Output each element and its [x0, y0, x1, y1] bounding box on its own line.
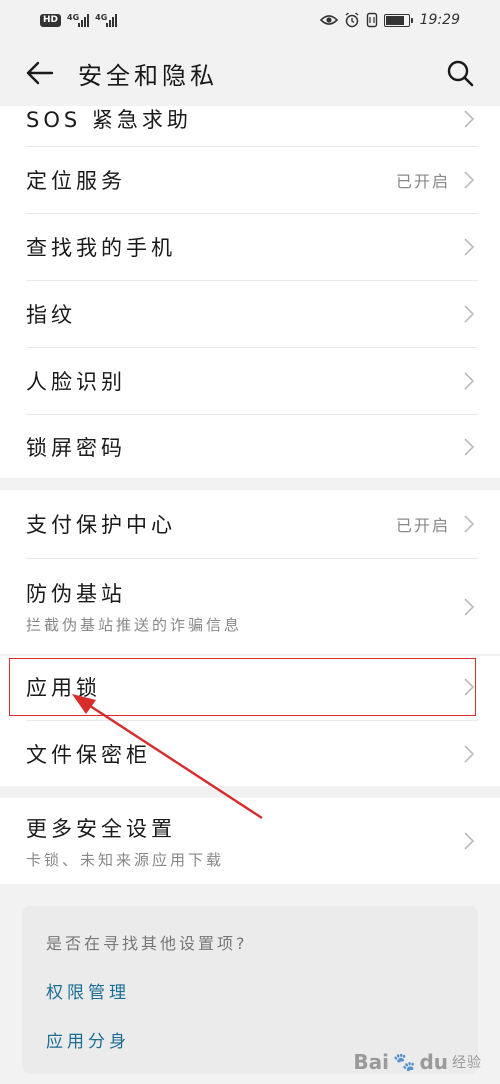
- chevron-right-icon: [462, 304, 476, 324]
- suggestion-title: 是否在寻找其他设置项?: [46, 934, 248, 953]
- row-sos[interactable]: SOS 紧急求助: [0, 106, 500, 146]
- paw-icon: 🐾: [393, 1051, 416, 1073]
- watermark: Bai 🐾 du 经验: [353, 1050, 482, 1074]
- row-file-safe[interactable]: 文件保密柜: [0, 721, 500, 786]
- battery-icon: [383, 13, 413, 27]
- signal-icon-2: 4G: [95, 13, 118, 27]
- status-left: HD 4G 4G: [40, 13, 118, 27]
- row-more-security-label: 更多安全设置: [26, 816, 176, 841]
- row-sos-label: SOS 紧急求助: [26, 108, 192, 132]
- suggestion-card: 是否在寻找其他设置项? 权限管理 应用分身: [22, 906, 478, 1074]
- search-button[interactable]: [440, 53, 480, 93]
- chevron-right-icon: [462, 744, 476, 764]
- back-button[interactable]: [20, 53, 60, 93]
- row-file-safe-label: 文件保密柜: [26, 742, 151, 767]
- chevron-right-icon: [462, 437, 476, 457]
- link-permission-management[interactable]: 权限管理: [46, 978, 454, 1003]
- mute-icon: [366, 12, 377, 28]
- chevron-right-icon: [462, 237, 476, 257]
- row-fingerprint-label: 指纹: [26, 303, 76, 327]
- row-fake-station-sub: 拦截伪基站推送的诈骗信息: [26, 616, 243, 634]
- row-location-label: 定位服务: [26, 169, 126, 193]
- link-app-twin[interactable]: 应用分身: [46, 1027, 454, 1052]
- battery-level: [385, 15, 405, 25]
- row-lock-screen[interactable]: 锁屏密码: [0, 415, 500, 478]
- row-payment-label: 支付保护中心: [26, 513, 176, 537]
- eye-icon: [319, 15, 338, 25]
- row-find-phone-label: 查找我的手机: [26, 236, 176, 260]
- chevron-right-icon: [462, 170, 476, 190]
- row-payment-value: 已开启: [395, 516, 450, 535]
- signal-2-label: 4G: [95, 13, 108, 22]
- watermark-brand: Bai: [353, 1050, 390, 1074]
- row-fake-station[interactable]: 防伪基站 拦截伪基站推送的诈骗信息: [0, 559, 500, 654]
- row-more-security-sub: 卡锁、未知来源应用下载: [26, 850, 225, 869]
- chevron-right-icon: [462, 109, 476, 129]
- row-face-label: 人脸识别: [26, 370, 126, 394]
- signal-1-label: 4G: [67, 13, 80, 22]
- header: 安全和隐私: [0, 40, 500, 106]
- chevron-right-icon: [462, 371, 476, 391]
- row-fingerprint[interactable]: 指纹: [0, 281, 500, 347]
- row-lock-screen-label: 锁屏密码: [26, 435, 126, 460]
- chevron-right-icon: [462, 677, 476, 697]
- watermark-jingyan: 经验: [452, 1055, 482, 1071]
- row-face[interactable]: 人脸识别: [0, 348, 500, 414]
- row-location[interactable]: 定位服务 已开启: [0, 147, 500, 213]
- status-time: 19:29: [419, 12, 460, 28]
- back-arrow-icon: [26, 61, 54, 85]
- chevron-right-icon: [462, 831, 476, 851]
- page-title: 安全和隐私: [78, 61, 218, 90]
- row-more-security[interactable]: 更多安全设置 卡锁、未知来源应用下载: [0, 798, 500, 884]
- row-app-lock[interactable]: 应用锁: [0, 658, 500, 716]
- chevron-right-icon: [462, 514, 476, 534]
- signal-icon-1: 4G: [67, 13, 90, 27]
- watermark-brand-2: du: [419, 1050, 448, 1074]
- chevron-right-icon: [462, 597, 476, 617]
- hd-badge: HD: [40, 13, 62, 27]
- row-app-lock-label: 应用锁: [26, 676, 101, 700]
- row-location-value: 已开启: [395, 172, 450, 191]
- row-payment[interactable]: 支付保护中心 已开启: [0, 490, 500, 558]
- row-find-phone[interactable]: 查找我的手机: [0, 214, 500, 280]
- row-fake-station-label: 防伪基站: [26, 582, 126, 606]
- search-icon: [447, 60, 474, 87]
- status-right: 19:29: [319, 12, 460, 28]
- status-bar: HD 4G 4G 19:29: [0, 0, 500, 40]
- alarm-icon: [345, 12, 359, 28]
